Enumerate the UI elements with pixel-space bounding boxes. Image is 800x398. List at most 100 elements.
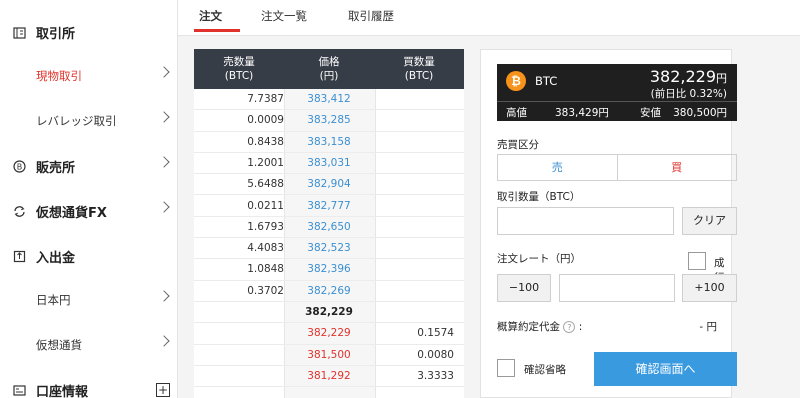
ask-price-cell: 383,412 [307, 93, 351, 105]
sell-qty-cell: 7.7387 [247, 93, 284, 105]
ticker-price: 382,229円 [650, 67, 727, 86]
ask-price-cell: 383,031 [307, 156, 351, 169]
ticker-change: (前日比 0.32%) [650, 88, 727, 100]
ticker-box: ₿ BTC 382,229円 (前日比 0.32%) 高値 383,429円 安… [497, 64, 737, 121]
active-tab-indicator [194, 29, 240, 32]
sidebar-item-deposit[interactable]: 入出金 [0, 234, 178, 278]
bid-price-cell: 382,229 [307, 327, 351, 340]
bitcoin-icon: ₿ [506, 71, 526, 91]
qty-input[interactable] [497, 207, 674, 235]
table-row[interactable]: 0.0211 382,777 [194, 196, 464, 217]
table-row[interactable]: 0.3702 382,269 [194, 281, 464, 302]
sidebar-item-jpy[interactable]: 日本円 [0, 278, 178, 322]
sidebar-item-label: 日本円 [36, 293, 71, 307]
ask-price-cell: 383,285 [307, 114, 351, 127]
estimate-colon: : [578, 321, 583, 333]
help-icon[interactable]: ? [563, 321, 576, 333]
estimate-label: 概算約定代金 ? : [497, 319, 582, 334]
tab-trade-history[interactable]: 取引履歴 [348, 8, 394, 36]
sell-button[interactable]: 売 [498, 155, 618, 180]
tab-bar: 注文 注文一覧 取引履歴 [178, 0, 800, 36]
table-row[interactable]: 0.0009 383,285 [194, 110, 464, 132]
table-row[interactable]: 0.8438 383,158 [194, 132, 464, 153]
sell-qty-cell: 0.0009 [247, 114, 284, 127]
side-toggle: 売 買 [497, 154, 737, 181]
order-book-header: 売数量 (BTC) 価格 (円) 買数量 (BTC) [194, 49, 464, 89]
rate-plus-button[interactable]: +100 [682, 274, 737, 302]
sidebar-item-label: 仮想通貨FX [36, 205, 107, 221]
buy-qty-cell: 0.0080 [417, 348, 454, 361]
sidebar: 取引所 現物取引 レバレッジ取引 B 販売所 仮想通貨FX 入出金 日本円 仮想… [0, 0, 178, 398]
sidebar-item-label: 入出金 [36, 250, 76, 266]
sell-qty-cell: 0.8438 [247, 135, 284, 148]
table-row[interactable]: 5.6488 382,904 [194, 174, 464, 196]
order-panel: ₿ BTC 382,229円 (前日比 0.32%) 高値 383,429円 安… [480, 49, 737, 398]
expand-plus-icon[interactable]: + [156, 383, 170, 397]
sell-qty-header: 売数量 (BTC) [194, 55, 284, 83]
header-label: 価格 [318, 56, 340, 68]
tab-order-list[interactable]: 注文一覧 [261, 8, 307, 36]
confirm-button[interactable]: 確認画面へ [594, 352, 737, 386]
sidebar-item-crypto[interactable]: 仮想通貨 [0, 323, 178, 367]
sidebar-item-label: 現物取引 [36, 69, 82, 83]
ticker-symbol: BTC [535, 74, 558, 88]
table-row[interactable]: 382,229 0.1574 [194, 323, 464, 345]
sidebar-item-label: 仮想通貨 [36, 338, 82, 352]
ticker-divider [497, 101, 737, 102]
sidebar-item-label: 販売所 [36, 160, 76, 176]
buy-qty-cell: 0.1574 [417, 327, 454, 340]
price-unit: 円 [716, 72, 727, 85]
sidebar-item-store[interactable]: B 販売所 [0, 144, 178, 188]
sidebar-item-exchange[interactable]: 取引所 [0, 10, 178, 54]
chevron-right-icon [158, 66, 170, 78]
swap-arrows-icon [12, 204, 26, 218]
ask-price-cell: 382,523 [307, 242, 351, 255]
skip-confirm-checkbox[interactable] [497, 359, 515, 377]
mid-price-cell: 382,229 [305, 306, 353, 318]
ask-price-cell: 382,650 [307, 220, 351, 233]
estimate-value: - 円 [699, 321, 717, 333]
chevron-right-icon [158, 201, 170, 213]
sidebar-item-label: レバレッジ取引 [36, 114, 117, 128]
price-header: 価格 (円) [284, 55, 374, 83]
rate-input[interactable] [559, 274, 675, 302]
table-row[interactable]: 7.7387 383,412 [194, 89, 464, 111]
sidebar-item-account[interactable]: 口座情報 + [0, 368, 178, 398]
sidebar-item-label: 取引所 [36, 26, 76, 42]
estimate-label-text: 概算約定代金 [497, 321, 560, 333]
ask-price-cell: 382,269 [307, 284, 351, 297]
svg-text:B: B [16, 162, 22, 171]
sell-qty-cell: 1.0848 [247, 263, 284, 276]
sidebar-item-leverage[interactable]: レバレッジ取引 [0, 99, 178, 143]
chevron-right-icon [158, 156, 170, 168]
qty-label: 取引数量（BTC） [497, 191, 581, 203]
header-unit: (BTC) [404, 70, 434, 82]
table-row[interactable]: 4.4083 382,523 [194, 238, 464, 260]
sidebar-item-fx[interactable]: 仮想通貨FX [0, 189, 178, 233]
buy-qty-cell: 3.3333 [417, 369, 454, 382]
sell-qty-cell: 5.6488 [247, 178, 284, 191]
bid-price-cell: 381,292 [307, 369, 351, 382]
ask-price-cell: 382,396 [307, 263, 351, 276]
sidebar-item-spot[interactable]: 現物取引 [0, 54, 178, 98]
buy-button[interactable]: 買 [618, 155, 737, 180]
header-unit: (BTC) [224, 70, 254, 82]
table-row[interactable]: 1.0848 382,396 [194, 259, 464, 281]
sell-qty-cell: 0.3702 [247, 284, 284, 297]
clear-button[interactable]: クリア [682, 207, 737, 235]
table-row[interactable]: 381,292 3.3333 [194, 366, 464, 388]
table-row[interactable]: 381,500 0.0080 [194, 345, 464, 366]
rate-label: 注文レート（円） [497, 253, 581, 265]
table-row[interactable]: 1.2001 383,031 [194, 153, 464, 175]
header-label: 売数量 [223, 56, 255, 68]
rate-minus-button[interactable]: −100 [497, 274, 551, 302]
ask-price-cell: 382,904 [307, 178, 351, 191]
table-row[interactable]: 1.6793 382,650 [194, 217, 464, 239]
header-unit: (円) [319, 70, 339, 82]
table-row[interactable]: 382,229 [194, 302, 464, 324]
bid-price-cell: 381,500 [307, 348, 351, 361]
chevron-right-icon [158, 111, 170, 123]
price-value: 382,229 [649, 67, 716, 86]
market-order-checkbox[interactable] [688, 252, 706, 270]
sell-qty-cell: 4.4083 [247, 242, 284, 255]
